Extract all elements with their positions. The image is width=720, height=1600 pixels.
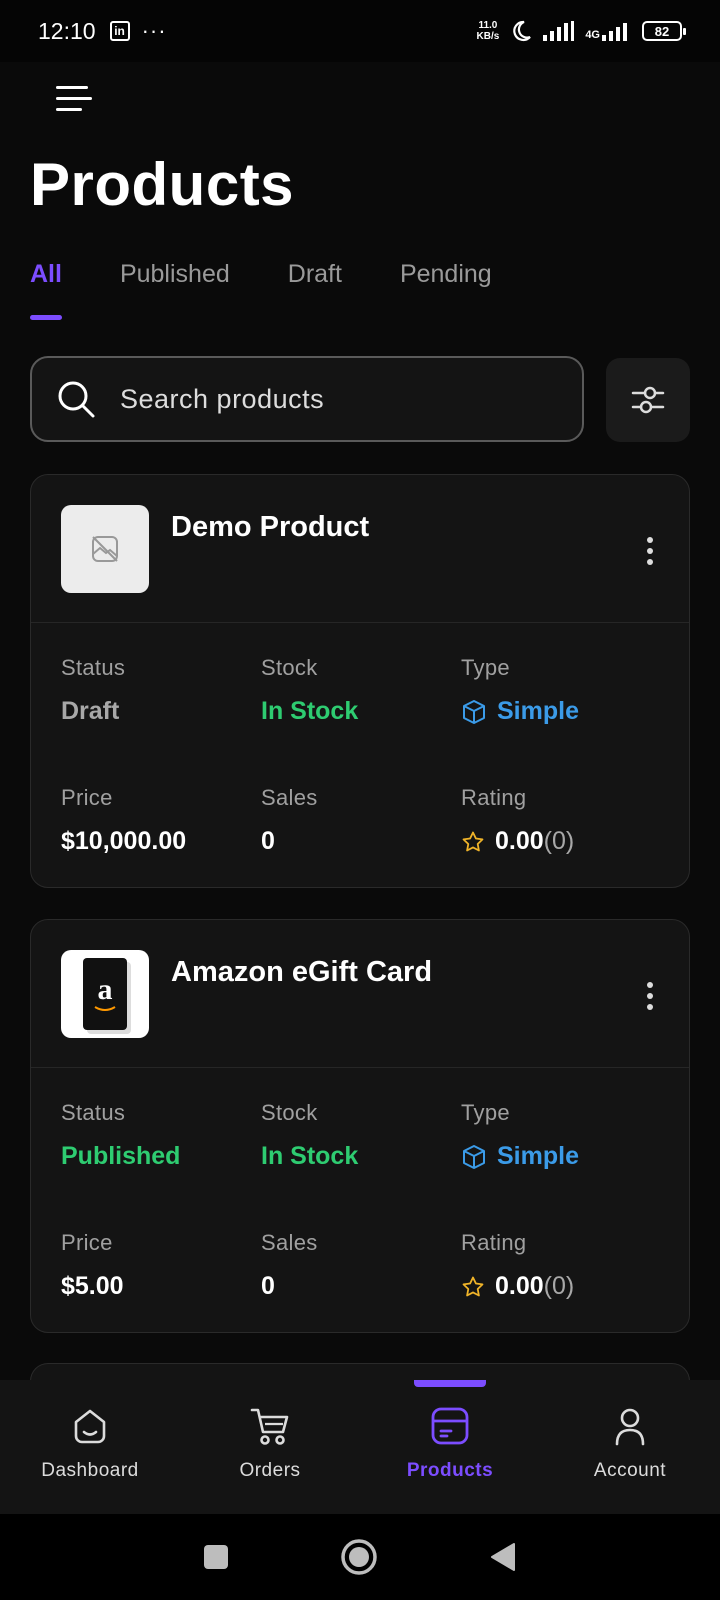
page-title: Products [30,151,295,218]
user-icon [615,1408,645,1446]
filter-button[interactable] [606,358,690,442]
menu-button[interactable] [56,86,92,118]
status-time: 12:10 [38,17,96,44]
type-value: Simple [461,697,661,726]
nav-orders[interactable]: Orders [180,1380,360,1514]
nav-products[interactable]: Products [360,1380,540,1514]
moon-icon [513,20,532,42]
battery-icon: 82 [642,21,686,41]
signal-icon [543,21,575,41]
status-bar: 12:10 in ··· 11.0 KB/s 4G 82 [0,0,720,62]
tab-bar: All Published Draft Pending [30,260,550,320]
status-label: Status [61,1100,126,1125]
sales-value: 0 [261,1272,275,1300]
tab-all[interactable]: All [30,260,62,320]
status-value: Draft [61,697,120,725]
signal-4g-icon: 4G [585,21,632,41]
type-label: Type [461,1100,510,1125]
product-thumbnail [61,505,149,593]
cube-icon [463,699,485,724]
search-input[interactable] [120,383,520,415]
bottom-nav: Dashboard Orders Products Account [0,1380,720,1514]
amazon-gift-card-image: a [83,958,127,1030]
product-thumbnail: a [61,950,149,1038]
back-button-icon[interactable] [488,1541,518,1573]
price-label: Price [61,785,113,810]
more-notifications-icon: ··· [141,18,167,43]
net-speed: 11.0 KB/s [476,20,500,42]
cube-icon [463,1144,485,1169]
sales-label: Sales [261,1230,318,1255]
nav-dashboard[interactable]: Dashboard [0,1380,180,1514]
product-name[interactable]: Amazon eGift Card [171,956,432,989]
cart-icon [250,1408,289,1445]
stock-label: Stock [261,1100,318,1125]
rating-value: 0.00 (0) [461,827,661,856]
search-box[interactable] [30,356,584,442]
price-label: Price [61,1230,113,1255]
product-card-header: Demo Product [31,475,689,623]
status-value: Published [61,1142,181,1170]
tab-pending[interactable]: Pending [400,260,492,319]
star-icon [462,1276,484,1296]
home-button-icon[interactable] [340,1538,378,1576]
box-icon [431,1407,469,1445]
star-icon [462,831,484,851]
product-name[interactable]: Demo Product [171,511,369,544]
more-options-button[interactable] [647,537,655,570]
rating-label: Rating [461,1230,527,1255]
product-card-header: a Amazon eGift Card [31,920,689,1068]
linkedin-icon: in [109,21,130,41]
image-placeholder-icon [92,536,118,562]
type-label: Type [461,655,510,680]
sales-label: Sales [261,785,318,810]
rating-label: Rating [461,785,527,810]
stock-label: Stock [261,655,318,680]
price-value: $10,000.00 [61,827,187,855]
rating-value: 0.00 (0) [461,1272,661,1301]
product-card[interactable]: a Amazon eGift Card Status Published Stoc… [30,919,690,1333]
product-card[interactable]: Demo Product Status Draft Stock In Stock T… [30,474,690,888]
search-icon [58,381,95,418]
home-icon [74,1409,106,1444]
type-value: Simple [461,1142,661,1171]
tab-published[interactable]: Published [120,260,230,319]
tab-draft[interactable]: Draft [288,260,342,319]
stock-value: In Stock [261,1142,359,1170]
stock-value: In Stock [261,697,359,725]
price-value: $5.00 [61,1272,124,1300]
sales-value: 0 [261,827,275,855]
more-options-button[interactable] [647,982,655,1015]
filter-sliders-icon [631,386,665,414]
nav-account[interactable]: Account [540,1380,720,1514]
system-nav-bar [0,1514,720,1600]
status-label: Status [61,655,126,680]
recents-button-icon[interactable] [202,1543,230,1571]
